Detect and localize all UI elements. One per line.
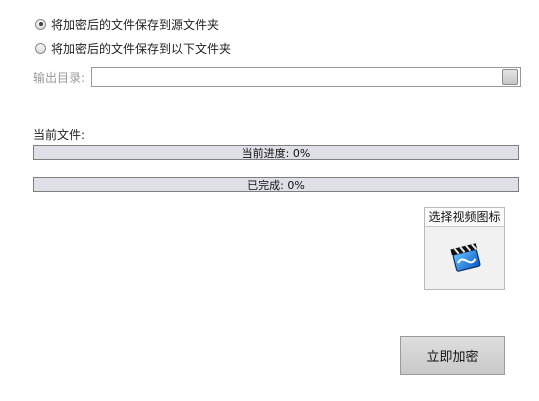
completed-percent: 0% <box>287 178 305 192</box>
current-progress-bar: 当前进度: 0% <box>33 145 519 160</box>
browse-folder-button[interactable] <box>502 69 518 85</box>
save-to-source-option[interactable]: 将加密后的文件保存到源文件夹 <box>35 16 219 32</box>
save-to-folder-radio[interactable] <box>35 42 46 54</box>
video-icon-title: 选择视频图标 <box>425 208 504 227</box>
output-dir-field[interactable] <box>91 67 521 87</box>
current-file-label: 当前文件: <box>33 128 86 142</box>
output-dir-label: 输出目录: <box>33 71 86 85</box>
video-icon-picker[interactable]: 选择视频图标 <box>424 207 505 290</box>
completed-progress-bar: 已完成: 0% <box>33 177 519 192</box>
save-to-source-label: 将加密后的文件保存到源文件夹 <box>51 17 220 32</box>
save-to-folder-option[interactable]: 将加密后的文件保存到以下文件夹 <box>35 40 231 56</box>
current-progress-label: 当前进度: <box>241 146 290 160</box>
current-progress-percent: 0% <box>292 146 311 160</box>
clapperboard-icon <box>449 241 483 275</box>
encrypt-now-button[interactable]: 立即加密 <box>400 336 505 375</box>
save-to-folder-label: 将加密后的文件保存到以下文件夹 <box>51 41 232 56</box>
completed-progress-text: 已完成: 0% <box>247 178 305 192</box>
completed-label: 已完成: <box>247 178 284 192</box>
save-to-source-radio[interactable] <box>35 18 46 30</box>
current-progress-text: 当前进度: 0% <box>241 146 311 160</box>
